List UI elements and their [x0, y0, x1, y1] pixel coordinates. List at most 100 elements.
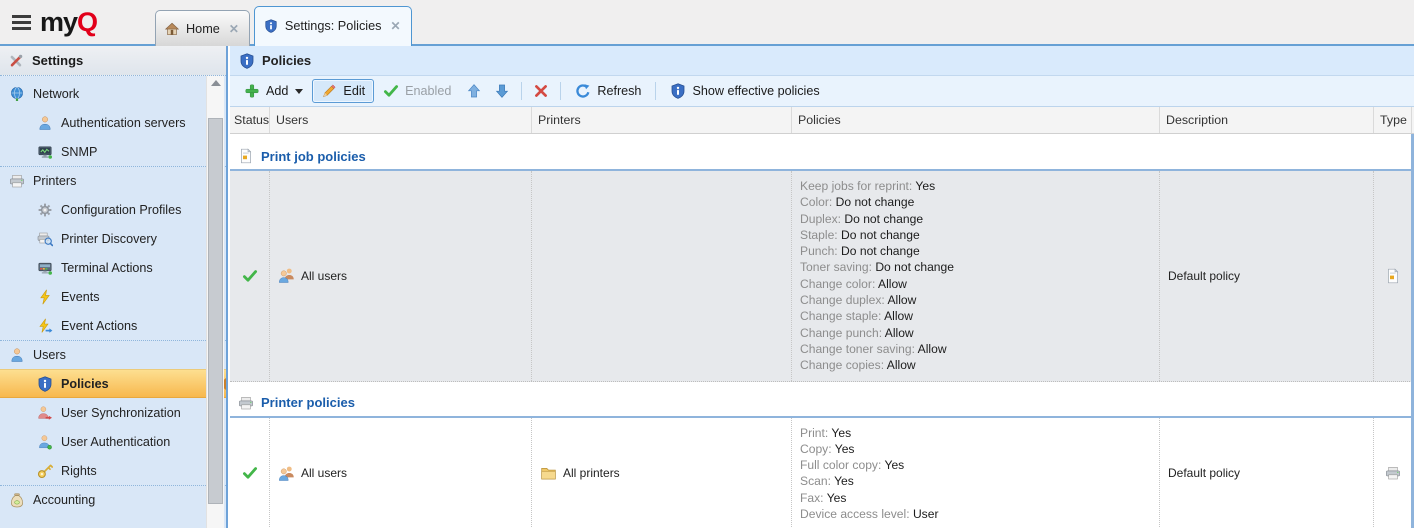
sidebar-item-label: Accounting — [33, 493, 95, 507]
sidebar-item-printer-discovery[interactable]: Printer Discovery — [0, 224, 226, 253]
policy-value: Yes — [831, 426, 851, 440]
sidebar-item-printers[interactable]: Printers — [0, 166, 226, 195]
printer-icon — [1385, 465, 1401, 481]
sidebar-item-user-authentication[interactable]: User Authentication — [0, 427, 226, 456]
logo-text-my: my — [40, 7, 77, 37]
move-down-button[interactable] — [488, 79, 516, 103]
policy-value: Allow — [878, 277, 907, 291]
toolbar-separator — [521, 82, 522, 100]
status-enabled-check-icon — [242, 268, 258, 284]
policy-label: Color — [800, 195, 836, 209]
sidebar-item-accounting[interactable]: Accounting — [0, 485, 226, 514]
sidebar-item-rights[interactable]: Rights — [0, 456, 226, 485]
printer-search-icon — [37, 231, 53, 247]
logo-text-q: Q — [77, 7, 97, 37]
printers-cell — [532, 171, 792, 381]
terminal-icon — [37, 260, 53, 276]
sidebar-menu: Network Authentication servers SNMP Prin… — [0, 77, 226, 528]
users-cell: All users — [270, 171, 532, 381]
table-row-print-job-default[interactable]: All users Keep jobs for reprintYes Color… — [230, 171, 1414, 382]
sidebar-item-label: User Synchronization — [61, 406, 181, 420]
sidebar-item-event-actions[interactable]: Event Actions — [0, 311, 226, 340]
column-header-printers[interactable]: Printers — [532, 107, 792, 133]
sidebar-item-label: Rights — [61, 464, 97, 478]
enabled-button[interactable]: Enabled — [374, 79, 460, 103]
myq-logo: myQ — [40, 9, 97, 36]
sidebar-scrollbar[interactable] — [206, 76, 224, 528]
page-title: Policies — [262, 53, 311, 68]
column-header-users[interactable]: Users — [270, 107, 532, 133]
sidebar-item-authentication-servers[interactable]: Authentication servers — [0, 108, 226, 137]
column-header-status[interactable]: Status — [230, 107, 270, 133]
edit-button[interactable]: Edit — [312, 79, 374, 103]
group-header-printer-policies: Printer policies — [230, 382, 1414, 418]
enabled-button-label: Enabled — [405, 84, 451, 98]
edit-button-label: Edit — [343, 84, 365, 98]
tab-settings-policies-close-icon[interactable]: ✕ — [391, 19, 401, 33]
sidebar-item-events[interactable]: Events — [0, 282, 226, 311]
policy-line: Device access levelUser — [800, 506, 1151, 522]
refresh-button[interactable]: Refresh — [566, 79, 650, 103]
delete-button[interactable] — [527, 79, 555, 103]
description-value: Default policy — [1168, 269, 1240, 283]
policy-value: Yes — [915, 179, 935, 193]
monitor-icon — [37, 144, 53, 160]
users-icon — [278, 267, 295, 284]
policy-label: Change punch — [800, 326, 885, 340]
sidebar-item-user-synchronization[interactable]: User Synchronization — [0, 398, 226, 427]
description-value: Default policy — [1168, 466, 1240, 480]
policy-label: Staple — [800, 228, 841, 242]
lightning-action-icon — [37, 318, 53, 334]
policy-label: Change color — [800, 277, 878, 291]
tab-settings-policies[interactable]: Settings: Policies ✕ — [254, 6, 412, 46]
policy-label: Copy — [800, 442, 835, 456]
sidebar-item-terminal-actions[interactable]: Terminal Actions — [0, 253, 226, 282]
hamburger-menu-icon[interactable] — [12, 15, 31, 30]
user-auth-icon — [37, 434, 53, 450]
tab-home[interactable]: Home ✕ — [155, 10, 250, 46]
arrow-up-icon — [466, 83, 482, 99]
description-cell: Default policy — [1160, 171, 1374, 381]
sidebar-item-network[interactable]: Network — [0, 79, 226, 108]
printer-icon — [9, 173, 25, 189]
column-header-type[interactable]: Type — [1374, 107, 1412, 133]
tab-home-close-icon[interactable]: ✕ — [229, 22, 239, 36]
users-icon — [278, 465, 295, 482]
arrow-down-icon — [494, 83, 510, 99]
policy-label: Fax — [800, 491, 827, 505]
print-job-icon — [238, 148, 254, 164]
policy-label: Scan — [800, 474, 834, 488]
show-effective-policies-button[interactable]: Show effective policies — [661, 79, 828, 103]
policies-cell: PrintYes CopyYes Full color copyYes Scan… — [792, 418, 1160, 528]
policy-value: Yes — [835, 442, 855, 456]
policy-line: PunchDo not change — [800, 243, 1151, 259]
status-enabled-check-icon — [242, 465, 258, 481]
sidebar-item-policies[interactable]: Policies — [0, 369, 226, 398]
sidebar-item-configuration-profiles[interactable]: Configuration Profiles — [0, 195, 226, 224]
sidebar-item-users[interactable]: Users — [0, 340, 226, 369]
moneybag-icon — [9, 492, 25, 508]
sidebar-item-label: Printers — [33, 174, 76, 188]
type-cell — [1374, 171, 1412, 381]
type-cell — [1374, 418, 1412, 528]
table-row-printer-default[interactable]: All users All printers PrintYes CopyYes … — [230, 418, 1414, 528]
sidebar-item-snmp[interactable]: SNMP — [0, 137, 226, 166]
group-header-print-job-policies: Print job policies — [230, 135, 1414, 171]
column-header-policies[interactable]: Policies — [792, 107, 1160, 133]
globe-icon — [9, 86, 25, 102]
scrollbar-up-icon[interactable] — [211, 80, 221, 86]
policy-line: Change colorAllow — [800, 276, 1151, 292]
add-button[interactable]: Add — [235, 79, 312, 103]
policy-line: Change toner savingAllow — [800, 341, 1151, 357]
delete-x-icon — [533, 83, 549, 99]
sidebar-item-label: Terminal Actions — [61, 261, 153, 275]
scrollbar-thumb[interactable] — [208, 118, 223, 504]
sidebar-item-label: Printer Discovery — [61, 232, 157, 246]
table-header-row: Status Users Printers Policies Descripti… — [230, 107, 1414, 134]
sidebar-item-label: Users — [33, 348, 66, 362]
top-bar: myQ Home ✕ Settings: Policies ✕ — [0, 0, 1414, 46]
user-icon — [9, 347, 25, 363]
column-header-description[interactable]: Description — [1160, 107, 1374, 133]
move-up-button[interactable] — [460, 79, 488, 103]
policy-value: Allow — [885, 326, 914, 340]
